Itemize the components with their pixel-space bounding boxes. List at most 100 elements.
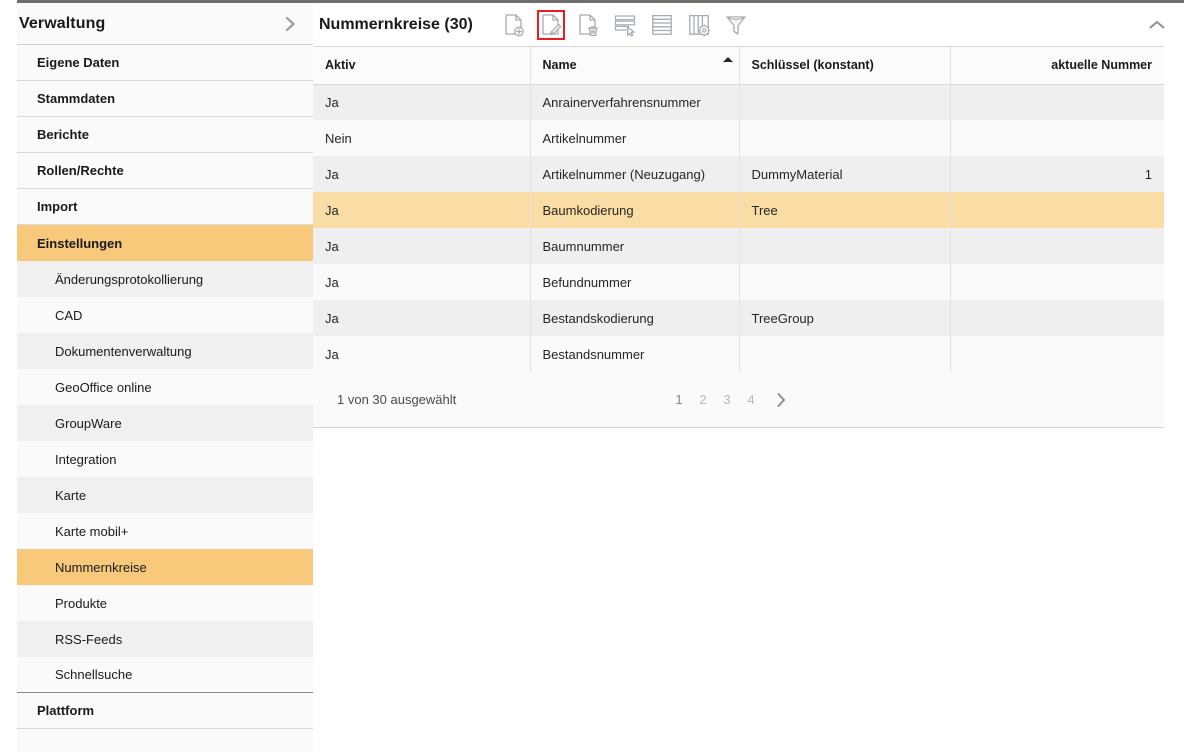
cell-name: Anrainerverfahrensnummer xyxy=(530,84,739,120)
new-record-button[interactable] xyxy=(500,10,528,40)
cell-nummer xyxy=(950,84,1164,120)
sidebar-item-label: Plattform xyxy=(37,703,94,718)
cell-name: Baumnummer xyxy=(530,228,739,264)
document-delete-icon xyxy=(577,13,599,37)
cell-schluessel xyxy=(739,228,950,264)
cell-schluessel xyxy=(739,264,950,300)
row-layout-button[interactable] xyxy=(648,10,676,40)
sidebar-item-karte[interactable]: Karte xyxy=(17,477,313,513)
application-root: Verwaltung Eigene DatenStammdatenBericht… xyxy=(0,0,1184,752)
sidebar-item-label: Berichte xyxy=(37,127,89,142)
sidebar-item-rollen-rechte[interactable]: Rollen/Rechte xyxy=(17,153,313,189)
navigation-sidebar: Verwaltung Eigene DatenStammdatenBericht… xyxy=(17,0,313,752)
cell-aktiv: Ja xyxy=(313,336,530,372)
filter-button[interactable] xyxy=(722,10,750,40)
column-header-label: aktuelle Nummer xyxy=(1051,58,1152,72)
table-row[interactable]: JaArtikelnummer (Neuzugang)DummyMaterial… xyxy=(313,156,1164,192)
sidebar-item-groupware[interactable]: GroupWare xyxy=(17,405,313,441)
delete-record-button[interactable] xyxy=(574,10,602,40)
sidebar-item-label: Dokumentenverwaltung xyxy=(55,344,192,359)
cell-name: Befundnummer xyxy=(530,264,739,300)
table-row[interactable]: JaBestandskodierungTreeGroup xyxy=(313,300,1164,336)
table-row[interactable]: JaBaumkodierungTree xyxy=(313,192,1164,228)
cell-aktiv: Ja xyxy=(313,300,530,336)
sidebar-item-einstellungen[interactable]: Einstellungen xyxy=(17,225,313,261)
table-row[interactable]: JaBestandsnummer xyxy=(313,336,1164,372)
cell-aktiv: Ja xyxy=(313,264,530,300)
table-header-row: AktivName Schlüssel (konstant) aktuelle Nu… xyxy=(313,47,1164,84)
column-header-nummer[interactable]: aktuelle Nummer xyxy=(950,47,1164,84)
cell-schluessel xyxy=(739,336,950,372)
cell-schluessel: TreeGroup xyxy=(739,300,950,336)
sidebar-item-rss-feeds[interactable]: RSS-Feeds xyxy=(17,621,313,657)
numbering-ranges-table: AktivName Schlüssel (konstant) aktuelle Nu… xyxy=(313,47,1164,372)
column-header-name[interactable]: Name xyxy=(530,47,739,84)
chevron-up-icon[interactable] xyxy=(1144,12,1170,38)
sidebar-item-label: Produkte xyxy=(55,596,107,611)
edit-record-button[interactable] xyxy=(537,10,565,40)
sidebar-item-list: Eigene Daten Stammdaten Berichte Rollen/Rec… xyxy=(17,45,313,729)
cell-nummer xyxy=(950,192,1164,228)
cell-name: Artikelnummer xyxy=(530,120,739,156)
sidebar-item-anderungsprotokollierung[interactable]: Änderungsprotokollierung xyxy=(17,261,313,297)
sidebar-item-nummernkreise[interactable]: Nummernkreise xyxy=(17,549,313,585)
sidebar-item-label: Integration xyxy=(55,452,116,467)
table-row[interactable]: NeinArtikelnummer xyxy=(313,120,1164,156)
sidebar-item-label: Einstellungen xyxy=(37,236,122,251)
select-rows-button[interactable] xyxy=(611,10,639,40)
table-row[interactable]: JaBaumnummer xyxy=(313,228,1164,264)
next-page-button[interactable] xyxy=(776,392,787,408)
funnel-filter-icon xyxy=(725,13,747,37)
cell-schluessel: DummyMaterial xyxy=(739,156,950,192)
sidebar-item-dokumentenverwaltung[interactable]: Dokumentenverwaltung xyxy=(17,333,313,369)
sort-asc-caret-icon xyxy=(723,57,733,62)
pagination: 1 2 3 4 xyxy=(675,372,787,427)
cell-name: Baumkodierung xyxy=(530,192,739,228)
cell-nummer xyxy=(950,120,1164,156)
sidebar-item-cad[interactable]: CAD xyxy=(17,297,313,333)
sidebar-item-integration[interactable]: Integration xyxy=(17,441,313,477)
column-header-aktiv[interactable]: Aktiv xyxy=(313,47,530,84)
sidebar-item-label: Karte xyxy=(55,488,86,503)
column-header-label: Schlüssel (konstant) xyxy=(752,58,874,72)
page-link-2[interactable]: 2 xyxy=(699,392,707,407)
sidebar-item-stammdaten[interactable]: Stammdaten xyxy=(17,81,313,117)
cell-nummer xyxy=(950,300,1164,336)
sidebar-item-schnellsuche[interactable]: Schnellsuche xyxy=(17,657,313,693)
sidebar-item-label: Karte mobil+ xyxy=(55,524,128,539)
table-row[interactable]: JaBefundnummer xyxy=(313,264,1164,300)
page-link-4[interactable]: 4 xyxy=(747,392,755,407)
sidebar-item-berichte[interactable]: Berichte xyxy=(17,117,313,153)
sidebar-item-geooffice-online[interactable]: GeoOffice online xyxy=(17,369,313,405)
sidebar-item-label: Änderungsprotokollierung xyxy=(55,272,203,287)
sidebar-item-karte-mobil[interactable]: Karte mobil+ xyxy=(17,513,313,549)
sidebar-item-eigene-daten[interactable]: Eigene Daten xyxy=(17,45,313,81)
chevron-right-icon[interactable] xyxy=(279,13,301,35)
sidebar-item-label: CAD xyxy=(55,308,82,323)
sidebar-item-label: GroupWare xyxy=(55,416,122,431)
table-row[interactable]: JaAnrainerverfahrensnummer xyxy=(313,84,1164,120)
cell-name: Artikelnummer (Neuzugang) xyxy=(530,156,739,192)
list-rows-icon xyxy=(651,13,673,37)
sidebar-item-import[interactable]: Import xyxy=(17,189,313,225)
column-config-button[interactable] xyxy=(685,10,713,40)
cell-nummer: 1 xyxy=(950,156,1164,192)
sidebar-item-produkte[interactable]: Produkte xyxy=(17,585,313,621)
cell-nummer xyxy=(950,264,1164,300)
panel-header: Nummernkreise (30) xyxy=(313,3,1184,46)
page-link-3[interactable]: 3 xyxy=(723,392,731,407)
sidebar-item-label: Stammdaten xyxy=(37,91,115,106)
cell-aktiv: Ja xyxy=(313,156,530,192)
column-header-schluessel[interactable]: Schlüssel (konstant) xyxy=(739,47,950,84)
sidebar-item-plattform[interactable]: Plattform xyxy=(17,693,313,729)
selection-status: 1 von 30 ausgewählt xyxy=(337,392,456,407)
cell-nummer xyxy=(950,336,1164,372)
list-select-icon xyxy=(614,13,636,37)
cell-name: Bestandsnummer xyxy=(530,336,739,372)
page-link-1[interactable]: 1 xyxy=(675,392,683,407)
grid-toolbar xyxy=(500,10,750,40)
cell-schluessel xyxy=(739,120,950,156)
sidebar-item-label: Nummernkreise xyxy=(55,560,147,575)
columns-settings-icon xyxy=(688,13,710,37)
main-panel: Nummernkreise (30) xyxy=(313,0,1184,752)
